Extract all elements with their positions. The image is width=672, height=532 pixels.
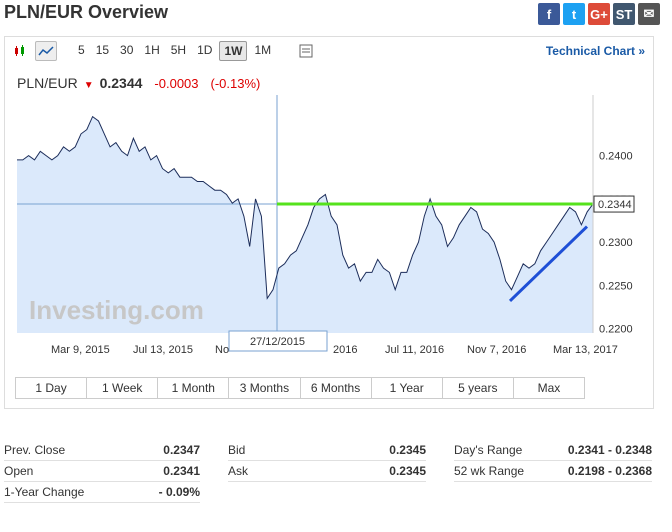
stat-label: Ask (228, 464, 249, 478)
stat-label: 1-Year Change (4, 485, 85, 499)
stat-label: Prev. Close (4, 443, 66, 457)
share-buttons: f t G+ ST ✉ (538, 3, 660, 25)
stocktwits-icon[interactable]: ST (613, 3, 635, 25)
y-tick-label: 0.2300 (599, 237, 633, 249)
stat-value: - 0.09% (158, 485, 200, 499)
stat-row: Open 0.2341 (4, 461, 200, 482)
range-1-day[interactable]: 1 Day (16, 378, 88, 398)
x-tick-label: No (215, 344, 229, 356)
range-6-months[interactable]: 6 Months (301, 378, 372, 398)
facebook-icon[interactable]: f (538, 3, 560, 25)
watermark: Investing.com (29, 295, 204, 325)
page-title: PLN/EUR Overview (4, 2, 169, 22)
twitter-icon[interactable]: t (563, 3, 585, 25)
stat-row: Day's Range 0.2341 - 0.2348 (454, 440, 652, 461)
range-selector: 1 Day 1 Week 1 Month 3 Months 6 Months 1 Year… (15, 377, 585, 399)
price-chart[interactable]: Investing.com0.24000.23500.23000.22500.2… (5, 37, 655, 377)
range-3-months[interactable]: 3 Months (229, 378, 301, 398)
stat-value: 0.2341 (163, 464, 200, 478)
email-icon[interactable]: ✉ (638, 3, 660, 25)
x-tick-label: Mar 13, 2017 (553, 344, 618, 356)
stats-column-3: Day's Range 0.2341 - 0.2348 52 wk Range 0.2… (454, 440, 652, 482)
stat-row: Bid 0.2345 (228, 440, 426, 461)
y-tick-label: 0.2200 (599, 324, 633, 336)
stat-value: 0.2198 - 0.2368 (567, 464, 652, 478)
stat-row: 52 wk Range 0.2198 - 0.2368 (454, 461, 652, 482)
stat-value: 0.2347 (163, 443, 200, 457)
range-max[interactable]: Max (514, 378, 584, 398)
stats-column-1: Prev. Close 0.2347 Open 0.2341 1-Year Change… (4, 440, 200, 503)
stat-label: Day's Range (454, 443, 523, 457)
google-plus-icon[interactable]: G+ (588, 3, 610, 25)
range-1-month[interactable]: 1 Month (158, 378, 230, 398)
range-1-week[interactable]: 1 Week (87, 378, 159, 398)
stat-value: 0.2345 (389, 443, 426, 457)
stat-label: Bid (228, 443, 246, 457)
x-tick-label: Nov 7, 2016 (467, 344, 526, 356)
x-tick-label: Jul 13, 2015 (133, 344, 193, 356)
crosshair-date-label: 27/12/2015 (250, 336, 305, 348)
stat-row: 1-Year Change - 0.09% (4, 482, 200, 503)
chart-panel: 5 15 30 1H 5H 1D 1W 1M Technical Chart » PLN/EU… (4, 36, 654, 409)
stat-row: Prev. Close 0.2347 (4, 440, 200, 461)
stat-label: Open (4, 464, 34, 478)
stat-label: 52 wk Range (454, 464, 525, 478)
stat-value: 0.2341 - 0.2348 (567, 443, 652, 457)
x-tick-label: Mar 9, 2015 (51, 344, 110, 356)
stats-column-2: Bid 0.2345 Ask 0.2345 (228, 440, 426, 482)
stat-row: Ask 0.2345 (228, 461, 426, 482)
stat-value: 0.2345 (389, 464, 426, 478)
x-tick-label: Jul 11, 2016 (385, 344, 444, 356)
x-tick-label: 2016 (333, 344, 357, 356)
last-value-label: 0.2344 (598, 199, 632, 211)
y-tick-label: 0.2250 (599, 280, 633, 292)
range-5-years[interactable]: 5 years (443, 378, 514, 398)
range-1-year[interactable]: 1 Year (372, 378, 443, 398)
y-tick-label: 0.2400 (599, 151, 633, 163)
